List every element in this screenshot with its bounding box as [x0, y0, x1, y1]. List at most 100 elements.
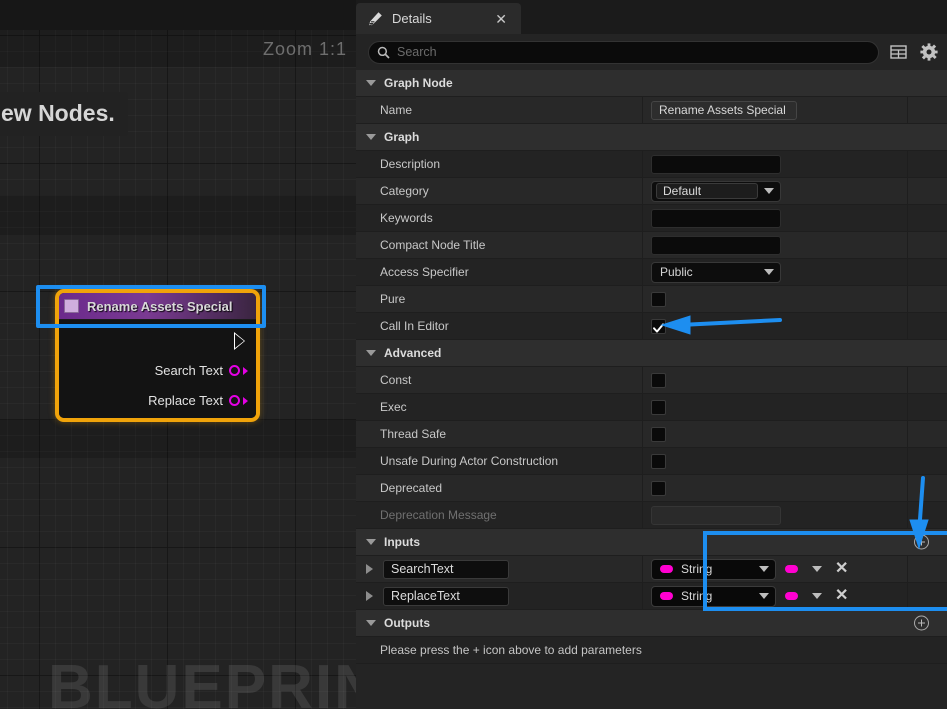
node-output-pin-search-text[interactable]: Search Text: [155, 363, 248, 378]
chevron-down-icon[interactable]: [366, 539, 376, 545]
chevron-down-icon[interactable]: [812, 593, 822, 599]
outputs-empty-message: Please press the + icon above to add par…: [356, 637, 947, 664]
name-field[interactable]: Rename Assets Special: [651, 100, 797, 120]
category-inputs[interactable]: Inputs: [356, 529, 947, 556]
category-label: Graph: [384, 130, 420, 144]
input-container-type-selector[interactable]: [785, 565, 822, 573]
chevron-right-icon[interactable]: [366, 591, 373, 601]
category-advanced[interactable]: Advanced: [356, 340, 947, 367]
chevron-down-icon[interactable]: [764, 269, 774, 275]
input-parameter-name-field[interactable]: ReplaceText: [383, 586, 509, 606]
input-parameter-name-field[interactable]: SearchText: [383, 559, 509, 579]
tab-details[interactable]: Details ✕: [356, 3, 521, 34]
property-row-keywords: Keywords: [356, 205, 947, 232]
chevron-down-icon[interactable]: [366, 620, 376, 626]
search-input[interactable]: [397, 45, 878, 59]
settings-gear-icon[interactable]: [918, 42, 939, 63]
property-label: Description: [356, 151, 643, 177]
property-row-deprecated: Deprecated: [356, 475, 947, 502]
column-divider: [907, 205, 908, 231]
chevron-down-icon[interactable]: [759, 566, 769, 572]
column-divider: [907, 178, 908, 204]
property-row-name: Name Rename Assets Special: [356, 97, 947, 124]
chevron-down-icon[interactable]: [759, 593, 769, 599]
chevron-down-icon[interactable]: [366, 134, 376, 140]
call-in-editor-checkbox[interactable]: [651, 318, 666, 334]
blueprint-node[interactable]: Rename Assets Special Search Text Replac…: [55, 289, 260, 422]
access-specifier-combobox[interactable]: Public: [651, 261, 781, 283]
description-field[interactable]: [651, 154, 781, 174]
input-parameter-name-cell: SearchText: [356, 556, 643, 582]
graph-band: [0, 420, 356, 458]
add-output-parameter-button[interactable]: [914, 615, 929, 631]
input-type-combobox[interactable]: String: [651, 585, 776, 607]
details-panel: Details ✕ Search Graph Node Name Rename …: [356, 0, 947, 709]
chevron-down-icon[interactable]: [764, 188, 774, 194]
function-node-icon: [64, 299, 79, 313]
input-parameter-name-cell: ReplaceText: [356, 583, 643, 609]
chevron-right-icon[interactable]: [366, 564, 373, 574]
string-pin-icon[interactable]: [229, 365, 240, 376]
property-label: Const: [356, 367, 643, 393]
chevron-down-icon[interactable]: [366, 350, 376, 356]
property-row-thread-safe: Thread Safe: [356, 421, 947, 448]
category-graph-node[interactable]: Graph Node: [356, 70, 947, 97]
remove-input-parameter-button[interactable]: ✕: [835, 561, 848, 577]
category-outputs[interactable]: Outputs: [356, 610, 947, 637]
string-pin-icon[interactable]: [229, 395, 240, 406]
deprecated-checkbox[interactable]: [651, 480, 666, 496]
thread-safe-checkbox[interactable]: [651, 426, 666, 442]
node-output-pin-replace-text[interactable]: Replace Text: [148, 393, 248, 408]
string-pin-icon: [660, 565, 673, 573]
input-type-combobox[interactable]: String: [651, 558, 776, 580]
exec-output-pin-icon[interactable]: [234, 332, 245, 350]
input-parameter-type-cell: String ✕: [643, 556, 947, 582]
add-input-parameter-button[interactable]: [914, 534, 929, 550]
graph-toast-message: ew Nodes.: [0, 92, 128, 136]
property-value: Default: [643, 178, 947, 204]
property-row-category: Category Default: [356, 178, 947, 205]
keywords-field[interactable]: [651, 208, 781, 228]
column-divider: [907, 151, 908, 177]
category-graph[interactable]: Graph: [356, 124, 947, 151]
graph-band: [0, 195, 356, 235]
input-container-type-selector[interactable]: [785, 592, 822, 600]
column-divider: [907, 232, 908, 258]
column-divider: [907, 448, 908, 474]
pure-checkbox[interactable]: [651, 291, 666, 307]
property-label: Deprecation Message: [356, 502, 643, 528]
input-parameter-type-cell: String ✕: [643, 583, 947, 609]
blueprint-watermark: BLUEPRINT: [48, 653, 356, 709]
exec-checkbox[interactable]: [651, 399, 666, 415]
category-label: Graph Node: [384, 76, 453, 90]
blueprint-node-header[interactable]: Rename Assets Special: [59, 293, 256, 320]
property-value: [643, 286, 947, 312]
close-icon[interactable]: ✕: [495, 12, 507, 26]
category-value[interactable]: Default: [656, 183, 758, 199]
input-parameter-row: ReplaceText String ✕: [356, 583, 947, 610]
property-label: Exec: [356, 394, 643, 420]
chevron-down-icon[interactable]: [812, 566, 822, 572]
property-row-pure: Pure: [356, 286, 947, 313]
details-search-row: [356, 34, 947, 70]
unsafe-during-actor-construction-checkbox[interactable]: [651, 453, 666, 469]
column-divider: [907, 286, 908, 312]
column-divider: [907, 502, 908, 528]
property-value: [643, 502, 947, 528]
blueprint-node-body: Search Text Replace Text: [59, 320, 256, 418]
container-single-icon: [785, 565, 798, 573]
property-list: Graph Node Name Rename Assets Special Gr…: [356, 70, 947, 704]
chevron-down-icon[interactable]: [366, 80, 376, 86]
search-box[interactable]: [368, 40, 879, 64]
columns-icon[interactable]: [888, 42, 909, 63]
remove-input-parameter-button[interactable]: ✕: [835, 588, 848, 604]
category-combobox[interactable]: Default: [651, 180, 781, 202]
column-divider: [907, 313, 908, 339]
compact-node-title-field[interactable]: [651, 235, 781, 255]
property-label: Pure: [356, 286, 643, 312]
search-icon: [377, 46, 390, 59]
property-value: [643, 232, 947, 258]
blueprint-graph-area[interactable]: Zoom 1:1 ew Nodes. BLUEPRINT Rename Asse…: [0, 0, 356, 709]
const-checkbox[interactable]: [651, 372, 666, 388]
input-type-value: String: [681, 562, 713, 576]
